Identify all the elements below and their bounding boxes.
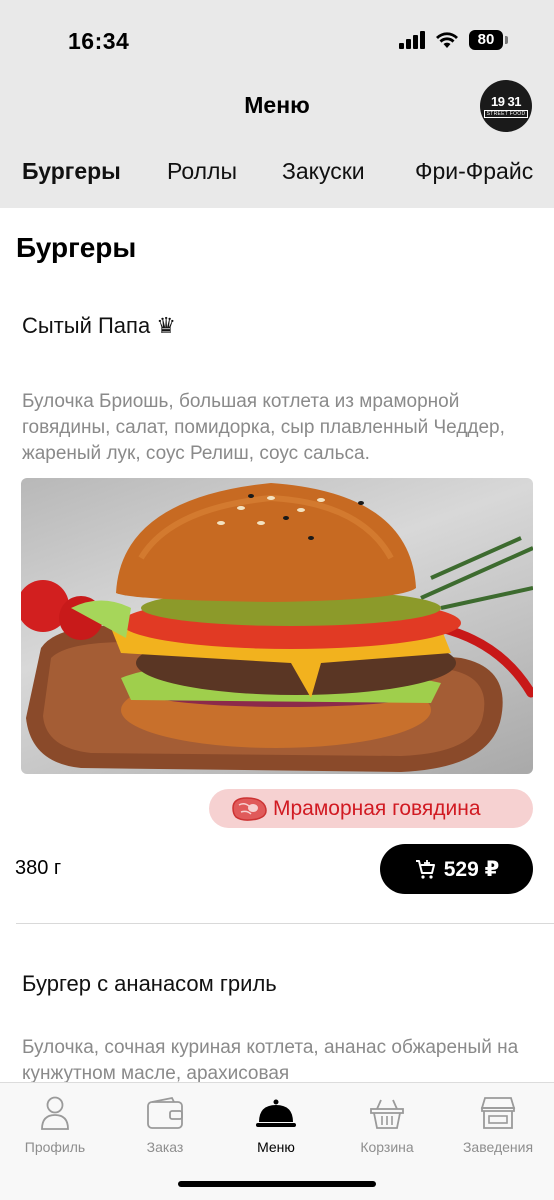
item-divider [16, 923, 554, 924]
nav-label: Заведения [462, 1139, 534, 1155]
basket-icon [370, 1099, 404, 1129]
tab-snacks[interactable]: Закуски [282, 158, 365, 185]
item-description: Булочка, сочная куриная котлета, ананас … [22, 1037, 519, 1084]
nav-venues[interactable]: Заведения [443, 1093, 553, 1155]
store-icon [480, 1097, 516, 1129]
nav-label: Профиль [24, 1139, 86, 1155]
logo-subtitle: STREET FOOD [483, 110, 529, 118]
cart-add-icon [415, 860, 435, 879]
tag-label: Мраморная говядина [273, 796, 481, 820]
status-time: 16:34 [68, 28, 130, 54]
marbled-beef-tag: Мраморная говядина [209, 789, 533, 828]
battery-level: 80 [469, 30, 503, 50]
tab-rolls[interactable]: Роллы [167, 158, 237, 185]
steak-icon [232, 796, 267, 821]
nav-cart[interactable]: Корзина [332, 1093, 442, 1155]
wallet-icon [147, 1096, 183, 1129]
nav-orders[interactable]: Заказ [110, 1093, 220, 1155]
battery-icon: 80 [469, 30, 508, 50]
tab-fries[interactable]: Фри-Фрайс [415, 158, 533, 185]
cloche-icon [256, 1099, 296, 1127]
item-name[interactable]: Сытый Папа ♛ [22, 313, 176, 339]
brand-logo[interactable]: 19 31 STREET FOOD [480, 80, 532, 132]
logo-number: 19 31 [490, 94, 522, 109]
wifi-icon [436, 32, 458, 48]
item-price: 529 ₽ [443, 857, 500, 881]
tab-burgers[interactable]: Бургеры [22, 158, 121, 185]
burger-illustration [21, 483, 533, 772]
profile-icon [41, 1096, 69, 1130]
cellular-signal-icon [399, 31, 425, 49]
item-description: Булочка Бриошь, большая котлета из мрамо… [22, 391, 505, 464]
item-name[interactable]: Бургер с ананасом гриль [22, 971, 277, 997]
home-indicator [178, 1181, 376, 1187]
nav-profile[interactable]: Профиль [0, 1093, 110, 1155]
page-title: Меню [244, 92, 310, 118]
nav-label: Меню [257, 1139, 295, 1155]
burger-photo[interactable] [21, 478, 533, 774]
nav-menu[interactable]: Меню [221, 1093, 331, 1155]
top-header: 16:34 80 Меню 19 31 STREET FOOD Бургеры … [0, 0, 554, 208]
nav-label: Корзина [360, 1139, 414, 1155]
item-weight: 380 г [15, 857, 62, 879]
status-icons: 80 [399, 30, 508, 50]
add-to-cart-button[interactable]: 529 ₽ [380, 844, 533, 894]
nav-label: Заказ [146, 1139, 184, 1155]
category-tabs: Бургеры Роллы Закуски Фри-Фрайс [0, 158, 554, 190]
section-title: Бургеры [16, 232, 137, 263]
